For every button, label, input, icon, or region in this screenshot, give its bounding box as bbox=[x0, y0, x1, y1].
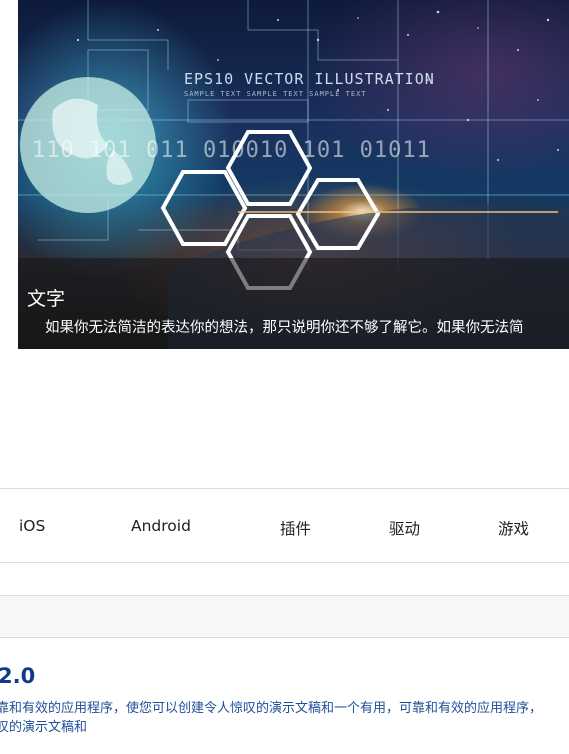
app-description-line1: 靠和有效的应用程序，使您可以创建令人惊叹的演示文稿和一个有用，可靠和有效的应用程… bbox=[0, 701, 543, 716]
nav-item-drivers[interactable]: 驱动 bbox=[389, 517, 420, 539]
nav-item-android[interactable]: Android bbox=[131, 517, 191, 535]
app-version-heading: 2.0 bbox=[0, 664, 36, 688]
secondary-bar bbox=[0, 595, 569, 638]
nav-item-plugins[interactable]: 插件 bbox=[280, 517, 311, 539]
nav-item-games[interactable]: 游戏 bbox=[498, 517, 529, 539]
artwork-binary-digits: 110 101 011 010010 101 01011 bbox=[32, 138, 431, 163]
category-nav: iOS Android 插件 驱动 游戏 bbox=[0, 488, 569, 563]
carousel-banner[interactable]: EPS10 VECTOR ILLUSTRATION SAMPLE TEXT SA… bbox=[18, 0, 569, 349]
artwork-subtitle-text: SAMPLE TEXT SAMPLE TEXT SAMPLE TEXT bbox=[184, 90, 367, 98]
artwork-title-text: EPS10 VECTOR ILLUSTRATION bbox=[184, 70, 435, 88]
slide-caption-text: 如果你无法简洁的表达你的想法，那只说明你还不够了解它。如果你无法简 bbox=[45, 320, 524, 336]
page: EPS10 VECTOR ILLUSTRATION SAMPLE TEXT SA… bbox=[0, 0, 569, 754]
app-description-line2: 叹的演示文稿和 bbox=[0, 720, 88, 735]
slide-caption-title: 文字 bbox=[27, 288, 66, 310]
nav-item-ios[interactable]: iOS bbox=[19, 517, 45, 535]
